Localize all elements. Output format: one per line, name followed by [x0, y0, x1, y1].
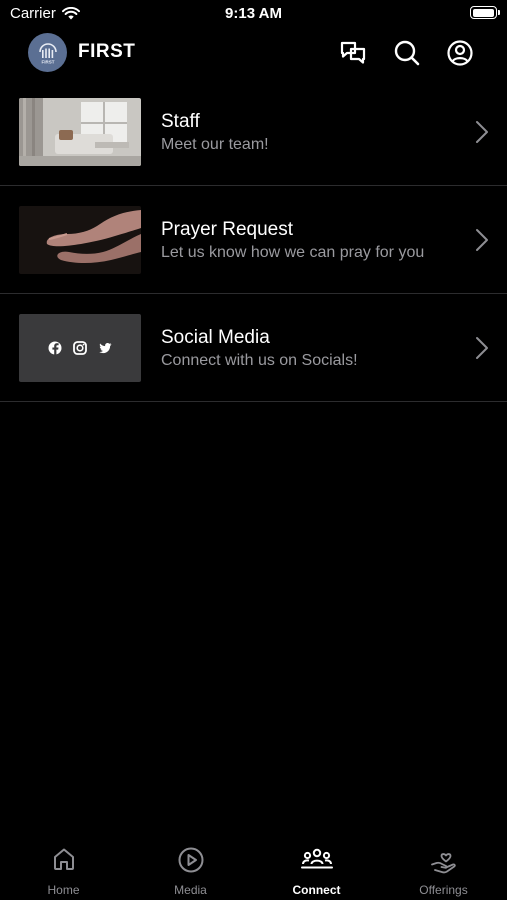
- list-item-title: Prayer Request: [161, 219, 294, 240]
- list-item-subtitle: Connect with us on Socials!: [161, 352, 358, 369]
- prayer-request-thumbnail: [19, 206, 141, 274]
- logo-emblem-icon: FIRST: [38, 42, 57, 64]
- list-item-social-media[interactable]: Social Media Connect with us on Socials!: [0, 294, 507, 402]
- list-item-title: Social Media: [161, 327, 270, 348]
- chat-icon: [340, 41, 366, 64]
- list-item-title: Staff: [161, 111, 200, 132]
- people-icon: [300, 848, 333, 869]
- list-item-prayer-request[interactable]: Prayer Request Let us know how we can pr…: [0, 186, 507, 294]
- tab-label: Connect: [292, 883, 341, 897]
- tab-home[interactable]: Home: [0, 838, 127, 900]
- battery-icon: [470, 6, 500, 19]
- twitter-icon: [99, 343, 112, 354]
- tab-connect[interactable]: Connect: [253, 838, 380, 900]
- tab-label: Home: [47, 883, 80, 897]
- tab-label: Media: [174, 883, 207, 897]
- facebook-icon: [48, 341, 62, 355]
- tab-media[interactable]: Media: [127, 838, 254, 900]
- chevron-right-icon: [476, 121, 488, 143]
- search-icon: [394, 40, 420, 66]
- play-icon: [178, 847, 203, 873]
- tab-offerings[interactable]: Offerings: [380, 838, 507, 900]
- app-title: FIRST: [78, 41, 136, 62]
- search-button[interactable]: [392, 38, 422, 68]
- status-bar: Carrier 9:13 AM: [0, 0, 507, 30]
- list-item-subtitle: Meet our team!: [161, 136, 269, 153]
- list-item-staff[interactable]: Staff Meet our team!: [0, 78, 507, 186]
- profile-icon: [447, 40, 473, 66]
- list-item-subtitle: Let us know how we can pray for you: [161, 244, 425, 261]
- home-icon: [53, 848, 74, 870]
- tab-bar: Home Media Connect Offerings: [0, 838, 507, 900]
- screen: Carrier 9:13 AM FIRST FIRST Staff Meet o…: [0, 0, 507, 900]
- staff-thumbnail: [19, 98, 141, 166]
- clock: 9:13 AM: [225, 5, 282, 22]
- svg-text:FIRST: FIRST: [41, 59, 54, 64]
- tab-label: Offerings: [419, 883, 468, 897]
- social-media-thumbnail: [19, 314, 141, 382]
- messages-button[interactable]: [338, 38, 368, 68]
- church-logo[interactable]: FIRST: [28, 33, 67, 72]
- profile-button[interactable]: [445, 38, 475, 68]
- instagram-icon: [73, 341, 87, 355]
- connect-list: Staff Meet our team! Prayer Request Let …: [0, 78, 507, 402]
- chevron-right-icon: [476, 229, 488, 251]
- hand-heart-icon: [430, 853, 456, 874]
- app-header: FIRST FIRST: [0, 30, 507, 76]
- chevron-right-icon: [476, 337, 488, 359]
